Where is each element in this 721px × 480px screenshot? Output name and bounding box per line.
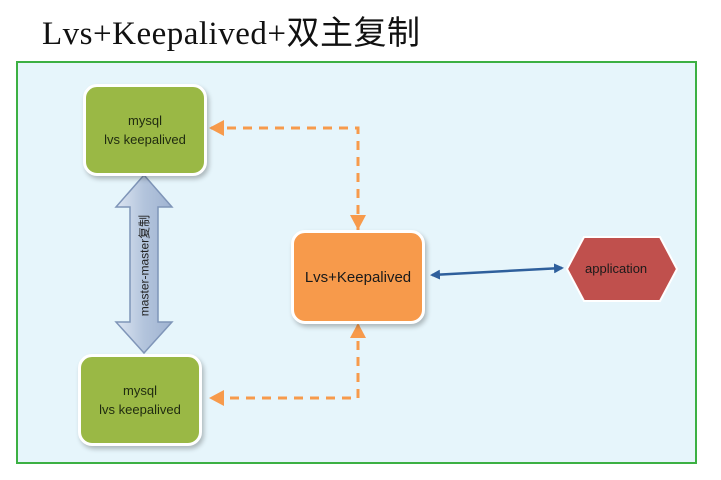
link-arrow-lvs-application (430, 263, 564, 280)
lvs-keepalived-node: Lvs+Keepalived (291, 230, 425, 324)
mysql-bottom-line1: mysql (123, 383, 157, 398)
dashed-arrow-lvs-to-mysql-bottom (211, 325, 360, 400)
dashed-arrow-lvs-to-mysql-top (211, 126, 360, 230)
mysql-node-top: mysql lvs keepalived (83, 84, 207, 176)
arrowhead-mysql-bottom (209, 390, 224, 406)
lvs-keepalived-label: Lvs+Keepalived (304, 268, 412, 286)
mysql-top-line2: lvs keepalived (104, 132, 186, 147)
application-label: application (585, 261, 648, 276)
arrowhead-lvs-bottom (350, 323, 366, 338)
replication-label: master-master复制 (137, 214, 152, 317)
arrowhead-mysql-top (209, 120, 224, 136)
mysql-top-line1: mysql (128, 113, 162, 128)
mysql-node-bottom: mysql lvs keepalived (78, 354, 202, 446)
mysql-bottom-line2: lvs keepalived (99, 402, 181, 417)
arrowhead-lvs-top (350, 215, 366, 230)
